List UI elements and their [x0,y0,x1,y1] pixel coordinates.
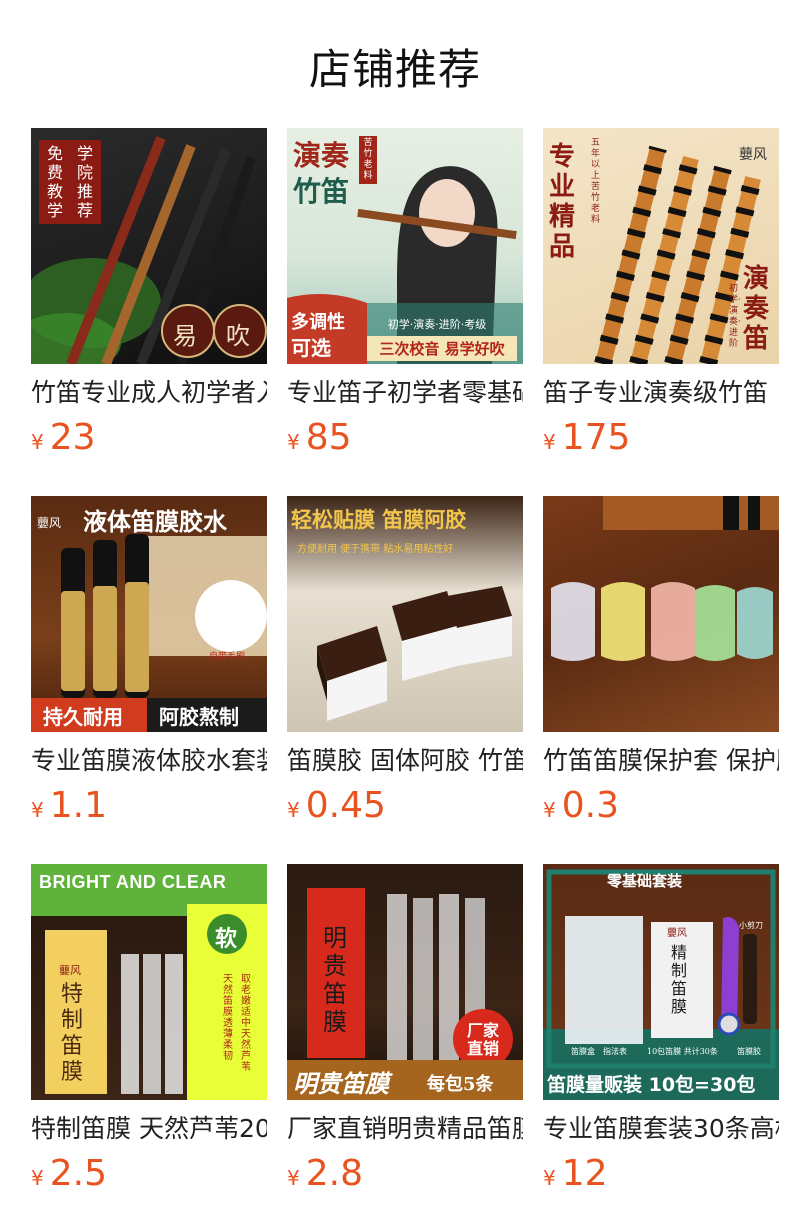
price-value: 85 [305,417,352,458]
product-image[interactable]: 免费教学 学院推荐 易 吹 [31,128,267,364]
overlay-performance-flute: 演奏笛 [743,264,770,354]
banner-five-per-pack: 每包5条 [427,1074,494,1095]
product-card[interactable]: 演奏 竹笛 苦竹老料 多调性 可选 初学·演奏·进阶·考级 三次校音 易学好吹 … [287,128,523,460]
product-name[interactable]: 特制笛膜 天然芦苇2024 [31,1114,267,1144]
product-name[interactable]: 专业笛膜液体胶水套装 [31,746,267,776]
price-value: 2.8 [305,1153,363,1194]
currency-symbol: ¥ [543,430,556,454]
text-reed: 取老嫩适中天然芦苇 [241,974,251,1073]
badge-durable: 持久耐用 [43,705,123,729]
price-value: 23 [49,417,96,458]
page-title: 店铺推荐 [308,45,481,94]
badge-free-teaching: 免费教学 [39,140,71,224]
product-name[interactable]: 笛子专业演奏级竹笛 [543,378,779,408]
product-price: ¥85 [287,416,523,460]
overlay-features: 方便耐用 便于携带 粘水易用粘性好 [297,544,454,555]
price-value: 12 [561,1153,608,1194]
product-price: ¥2.8 [287,1152,523,1196]
overlay-perform: 演奏 [293,139,350,172]
brand-logo: 蘡风 [739,147,767,163]
tag-scissors: 小剪刀 [739,921,763,930]
tag-10-packs: 10包笛膜 共计30条 [647,1047,718,1056]
badge-ejiao: 阿胶熬制 [159,705,239,729]
currency-symbol: ¥ [287,798,300,822]
product-image[interactable]: 零基础套装 蘡风 精制笛膜 小剪刀 笛膜盒 指法表 10包笛膜 共计30条 笛膜… [543,864,779,1100]
product-price: ¥0.45 [287,784,523,828]
currency-symbol: ¥ [543,1166,556,1190]
badge-selectable: 可选 [291,336,331,360]
product-price: ¥175 [543,416,779,460]
product-card[interactable]: 专业精品 五年以上苦竹老料 蘡风 演奏笛 初学·演奏·进阶 笛子专业演奏级竹笛 … [543,128,779,460]
currency-symbol: ¥ [287,430,300,454]
badge-brush: 自带毛刷 [209,652,246,662]
product-image[interactable] [543,496,779,732]
product-image[interactable]: 蘡风 液体笛膜胶水 自带毛刷 持久耐用 阿胶熬制 [31,496,267,732]
price-value: 2.5 [49,1153,107,1194]
badge-level: 初学·演奏·进阶 [729,284,741,349]
product-price: ¥23 [31,416,267,460]
overlay-easy-apply: 轻松贴膜 笛膜阿胶 [291,507,467,532]
badge-soft: 软 [215,926,238,952]
brand-logo: 蘡风 [37,516,62,530]
badge-multi-key: 多调性 [291,312,345,333]
badge-factory: 厂家直销 [466,1021,499,1058]
product-card[interactable]: BRIGHT AND CLEAR 软 蘡风 特制笛膜 取老嫩适中天然芦苇 天然笛… [31,864,267,1196]
price-value: 175 [561,417,631,458]
price-value: 1.1 [49,785,107,826]
product-name[interactable]: 竹笛专业成人初学者入门 [31,378,267,408]
product-card[interactable]: 轻松贴膜 笛膜阿胶 方便耐用 便于携带 粘水易用粘性好 笛膜胶 固体阿胶 竹笛 … [287,496,523,828]
product-name[interactable]: 竹笛笛膜保护套 保护膜 [543,746,779,776]
text-thin: 天然笛膜透薄柔韧 [223,974,233,1062]
seal-easy: 易 [173,322,197,350]
tag-glue: 笛膜胶 [737,1047,761,1056]
product-name[interactable]: 厂家直销明贵精品笛膜 [287,1114,523,1144]
product-name[interactable]: 专业笛膜套装30条高档 [543,1114,779,1144]
product-price: ¥0.3 [543,784,779,828]
product-image[interactable]: 轻松贴膜 笛膜阿胶 方便耐用 便于携带 粘水易用粘性好 [287,496,523,732]
overlay-professional: 专业精品 [549,142,576,262]
overlay-bright-clear: BRIGHT AND CLEAR [39,872,227,892]
product-image[interactable]: 明贵笛膜 厂家直销 明贵笛膜 每包5条 [287,864,523,1100]
product-card[interactable]: 明贵笛膜 厂家直销 明贵笛膜 每包5条 厂家直销明贵精品笛膜 ¥2.8 [287,864,523,1196]
currency-symbol: ¥ [287,1166,300,1190]
overlay-beginner-set: 零基础套装 [607,872,683,890]
brand-logo: 蘡风 [59,964,81,977]
currency-symbol: ¥ [31,798,44,822]
label-mingui-vertical: 明贵笛膜 [323,924,347,1036]
product-name[interactable]: 笛膜胶 固体阿胶 竹笛 [287,746,523,776]
overlay-liquid-glue: 液体笛膜胶水 [83,507,227,536]
banner-value-pack: 笛膜量贩装 10包=30包 [547,1074,756,1096]
product-image[interactable]: BRIGHT AND CLEAR 软 蘡风 特制笛膜 取老嫩适中天然芦苇 天然笛… [31,864,267,1100]
badge-material: 苦竹老料 [359,136,377,184]
currency-symbol: ¥ [31,1166,44,1190]
ribbon-tuning: 三次校音 易学好吹 [367,336,517,361]
product-card[interactable]: 零基础套装 蘡风 精制笛膜 小剪刀 笛膜盒 指法表 10包笛膜 共计30条 笛膜… [543,864,779,1196]
tag-fingering: 指法表 [603,1047,627,1056]
product-image[interactable]: 演奏 竹笛 苦竹老料 多调性 可选 初学·演奏·进阶·考级 三次校音 易学好吹 [287,128,523,364]
tag-box: 笛膜盒 [571,1047,595,1056]
brand-logo: 蘡风 [667,928,687,939]
ribbon-levels: 初学·演奏·进阶·考级 [387,318,487,331]
price-value: 0.45 [305,785,386,826]
product-card[interactable]: 免费教学 学院推荐 易 吹 竹笛专业成人初学者入门 ¥23 [31,128,267,460]
product-price: ¥2.5 [31,1152,267,1196]
label-special-film: 特制笛膜 [61,982,84,1085]
badge-academy: 学院推荐 [69,140,101,224]
currency-symbol: ¥ [31,430,44,454]
product-price: ¥12 [543,1152,779,1196]
label-fine-film: 精制笛膜 [671,943,688,1016]
banner-mingui: 明贵笛膜 [293,1069,389,1098]
currency-symbol: ¥ [543,798,556,822]
badge-aged-bamboo: 五年以上苦竹老料 [591,138,601,225]
overlay-bamboo-flute: 竹笛 [293,175,350,208]
product-card[interactable]: 竹笛笛膜保护套 保护膜 ¥0.3 [543,496,779,828]
product-price: ¥1.1 [31,784,267,828]
product-name[interactable]: 专业笛子初学者零基础 [287,378,523,408]
seal-blow: 吹 [226,322,250,350]
product-image[interactable]: 专业精品 五年以上苦竹老料 蘡风 演奏笛 初学·演奏·进阶 [543,128,779,364]
product-card[interactable]: 蘡风 液体笛膜胶水 自带毛刷 持久耐用 阿胶熬制 专业笛膜液体胶水套装 ¥1.1 [31,496,267,828]
price-value: 0.3 [561,785,619,826]
